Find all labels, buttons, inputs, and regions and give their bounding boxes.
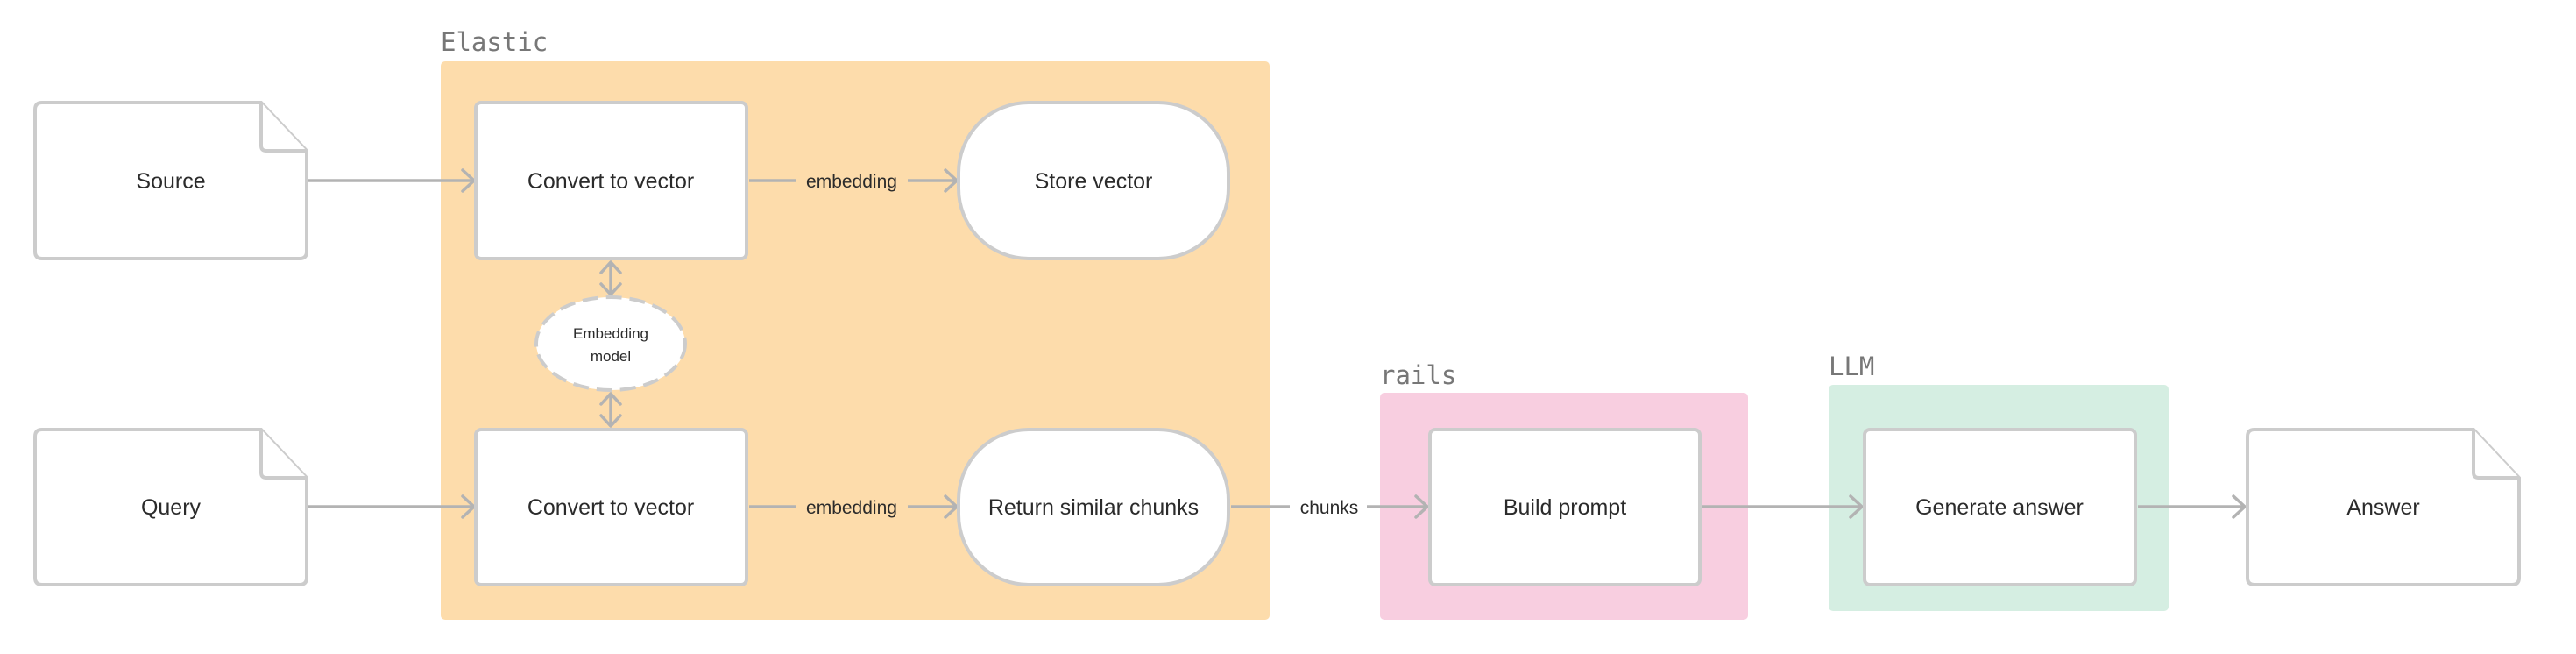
node-convert-to-vector-top[interactable]: Convert to vector <box>474 101 748 260</box>
node-return-chunks-label: Return similar chunks <box>988 495 1199 520</box>
node-store-vector-label: Store vector <box>1035 169 1153 194</box>
node-source[interactable]: Source <box>33 101 308 260</box>
node-embedding-model[interactable]: Embedding model <box>534 295 687 392</box>
node-generate-answer-label: Generate answer <box>1915 495 2084 520</box>
edge-label-embedding: embedding <box>806 498 897 518</box>
node-generate-answer[interactable]: Generate answer <box>1863 428 2137 586</box>
node-embedding-model-label-line1: Embedding <box>573 325 648 342</box>
node-query[interactable]: Query <box>33 428 308 586</box>
node-source-label: Source <box>136 169 205 194</box>
node-embedding-model-label-line2: model <box>591 348 631 365</box>
node-answer-label: Answer <box>2346 495 2419 520</box>
node-convert-to-vector-bottom[interactable]: Convert to vector <box>474 428 748 586</box>
node-answer[interactable]: Answer <box>2246 428 2521 586</box>
group-rails-label: rails <box>1380 360 1456 390</box>
group-llm-label: LLM <box>1829 352 1874 381</box>
node-query-label: Query <box>141 495 202 520</box>
node-convert-top-label: Convert to vector <box>527 169 694 194</box>
node-store-vector[interactable]: Store vector <box>957 101 1230 260</box>
node-dashed-ellipse <box>534 295 687 392</box>
rag-pipeline-diagram: Elastic rails LLM embedding embedding ch… <box>33 27 2521 620</box>
node-build-prompt-label: Build prompt <box>1504 495 1626 520</box>
edge-label-chunks: chunks <box>1300 498 1359 518</box>
node-convert-bottom-label: Convert to vector <box>527 495 694 520</box>
node-return-similar-chunks[interactable]: Return similar chunks <box>957 428 1230 586</box>
node-build-prompt[interactable]: Build prompt <box>1428 428 1702 586</box>
edge-label-embedding: embedding <box>806 172 897 192</box>
group-elastic-label: Elastic <box>441 27 548 57</box>
